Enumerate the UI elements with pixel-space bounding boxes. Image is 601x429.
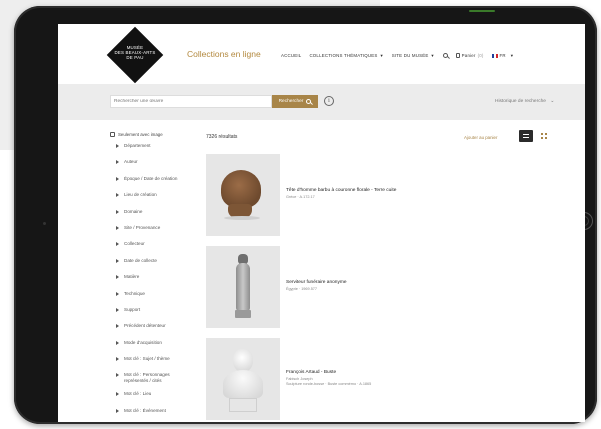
result-meta: Grèce · A.172.17 (286, 195, 315, 199)
caret-right-icon (116, 392, 119, 397)
facet-label: Matière (124, 274, 140, 280)
search-history-label: Historique de recherche (495, 99, 546, 104)
caret-right-icon (116, 258, 119, 263)
chevron-down-icon: ▼ (379, 53, 384, 58)
search-icon (306, 99, 312, 104)
french-flag-icon (491, 53, 498, 58)
list-view-icon[interactable] (519, 130, 533, 142)
chevron-down-icon: ▼ (430, 53, 435, 58)
funerary-figure-body (236, 263, 250, 311)
facet-label: Mot clé : Événement (124, 407, 166, 413)
site-header: MUSÉE DES BEAUX-ARTS DE PAU Collections … (58, 24, 585, 84)
facet-label: Mot clé : Personnages représentés / cité… (124, 372, 170, 383)
caret-right-icon (116, 160, 119, 165)
basket-count: (0) (477, 53, 484, 58)
result-item[interactable]: Tête d'homme barbu à couronne florale - … (206, 154, 506, 238)
terracotta-head-image (221, 170, 261, 208)
caret-right-icon (116, 144, 119, 148)
search-input[interactable] (110, 95, 272, 108)
nav-museum-site-label: SITE DU MUSÉE (391, 53, 429, 58)
basket-link[interactable]: Panier (0) (455, 53, 484, 58)
bust-body-image (223, 370, 263, 398)
result-title[interactable]: Tête d'homme barbu à couronne florale - … (286, 188, 396, 193)
tablet-camera (43, 222, 46, 225)
facet-label: Précédent détenteur (124, 323, 166, 329)
result-thumbnail[interactable] (206, 338, 280, 420)
facet-label: Mot clé : Sujet / thème (124, 356, 170, 362)
results-count: 7326 résultats (206, 134, 238, 140)
bust-base-image (229, 398, 257, 412)
caret-right-icon (116, 357, 119, 362)
facet-label: Site / Provenance (124, 224, 161, 230)
museum-logo[interactable]: MUSÉE DES BEAUX-ARTS DE PAU (106, 26, 164, 84)
bust-head-image (233, 348, 253, 372)
caret-right-icon (116, 324, 119, 329)
result-item[interactable]: François Artaud - Buste Fabisch Joseph S… (206, 338, 506, 422)
facet-label: Département (124, 143, 151, 148)
grid-view-icon[interactable] (541, 133, 547, 139)
logo-line-3: DE PAU (126, 55, 144, 60)
facet-label: Mot clé : Lieu (124, 391, 152, 397)
tablet-top-button (469, 10, 495, 12)
caret-right-icon (116, 408, 119, 413)
site-title[interactable]: Collections en ligne (187, 49, 261, 59)
nav-museum-site[interactable]: SITE DU MUSÉE ▼ (392, 53, 435, 58)
facet-label: Domaine (124, 208, 143, 214)
funerary-figure-base (235, 310, 251, 318)
result-title[interactable]: Serviteur funéraire anonyme (286, 280, 347, 285)
main-nav: ACCUEIL COLLECTIONS THÉMATIQUES ▼ SITE DU… (281, 53, 514, 58)
result-meta-2: Sculpture ronde-bosse · Buste commémo · … (286, 382, 372, 386)
chevron-down-icon: ⌄ (550, 99, 555, 104)
checkbox[interactable] (110, 132, 115, 137)
caret-right-icon (116, 225, 119, 230)
search-icon[interactable] (442, 53, 448, 58)
facet-label: Technique (124, 290, 145, 296)
result-meta: Égypte · 1969.577 (286, 287, 318, 291)
tablet-frame: MUSÉE DES BEAUX-ARTS DE PAU Collections … (14, 6, 597, 424)
caret-right-icon (116, 373, 119, 378)
nav-thematic-collections[interactable]: COLLECTIONS THÉMATIQUES ▼ (309, 53, 383, 58)
logo-text: MUSÉE DES BEAUX-ARTS DE PAU (107, 45, 163, 60)
search-band: Rechercher i Historique de recherche ⌄ (58, 84, 585, 120)
result-title[interactable]: François Artaud - Buste (286, 370, 336, 375)
search-button-label: Rechercher (278, 99, 304, 104)
facet-label: Date de collecte (124, 257, 157, 263)
caret-right-icon (116, 340, 119, 345)
caret-right-icon (116, 307, 119, 312)
result-item[interactable]: Serviteur funéraire anonyme Égypte · 196… (206, 246, 506, 330)
caret-right-icon (116, 291, 119, 296)
language-label: FR (499, 53, 506, 58)
facet-label: Collecteur (124, 241, 145, 247)
nav-home[interactable]: ACCUEIL (281, 53, 301, 58)
image-shadow (224, 216, 260, 220)
facet-label: Lieu de création (124, 192, 157, 198)
result-thumbnail[interactable] (206, 246, 280, 328)
caret-right-icon (116, 242, 119, 247)
nav-thematic-label: COLLECTIONS THÉMATIQUES (309, 53, 378, 58)
caret-right-icon (116, 275, 119, 280)
facet-label: Mode d'acquisition (124, 339, 162, 345)
chevron-down-icon: ▼ (509, 53, 514, 58)
facet-label: Support (124, 306, 141, 312)
search-button[interactable]: Rechercher (272, 95, 318, 108)
only-images-label: Seulement avec image (118, 132, 163, 137)
language-selector[interactable]: FR ▼ (491, 53, 514, 58)
basket-icon (455, 53, 460, 58)
facet-label: Époque / Date de création (124, 175, 178, 181)
tablet-screen: MUSÉE DES BEAUX-ARTS DE PAU Collections … (58, 24, 585, 422)
result-thumbnail[interactable] (206, 154, 280, 236)
caret-right-icon (116, 193, 119, 198)
facet-label: Auteur (124, 159, 138, 165)
caret-right-icon (116, 209, 119, 214)
info-icon[interactable]: i (324, 96, 334, 106)
add-to-basket-link[interactable]: Ajouter au panier (464, 135, 497, 140)
caret-right-icon (116, 176, 119, 181)
basket-label: Panier (461, 53, 476, 58)
search-history-toggle[interactable]: Historique de recherche ⌄ (495, 99, 554, 104)
